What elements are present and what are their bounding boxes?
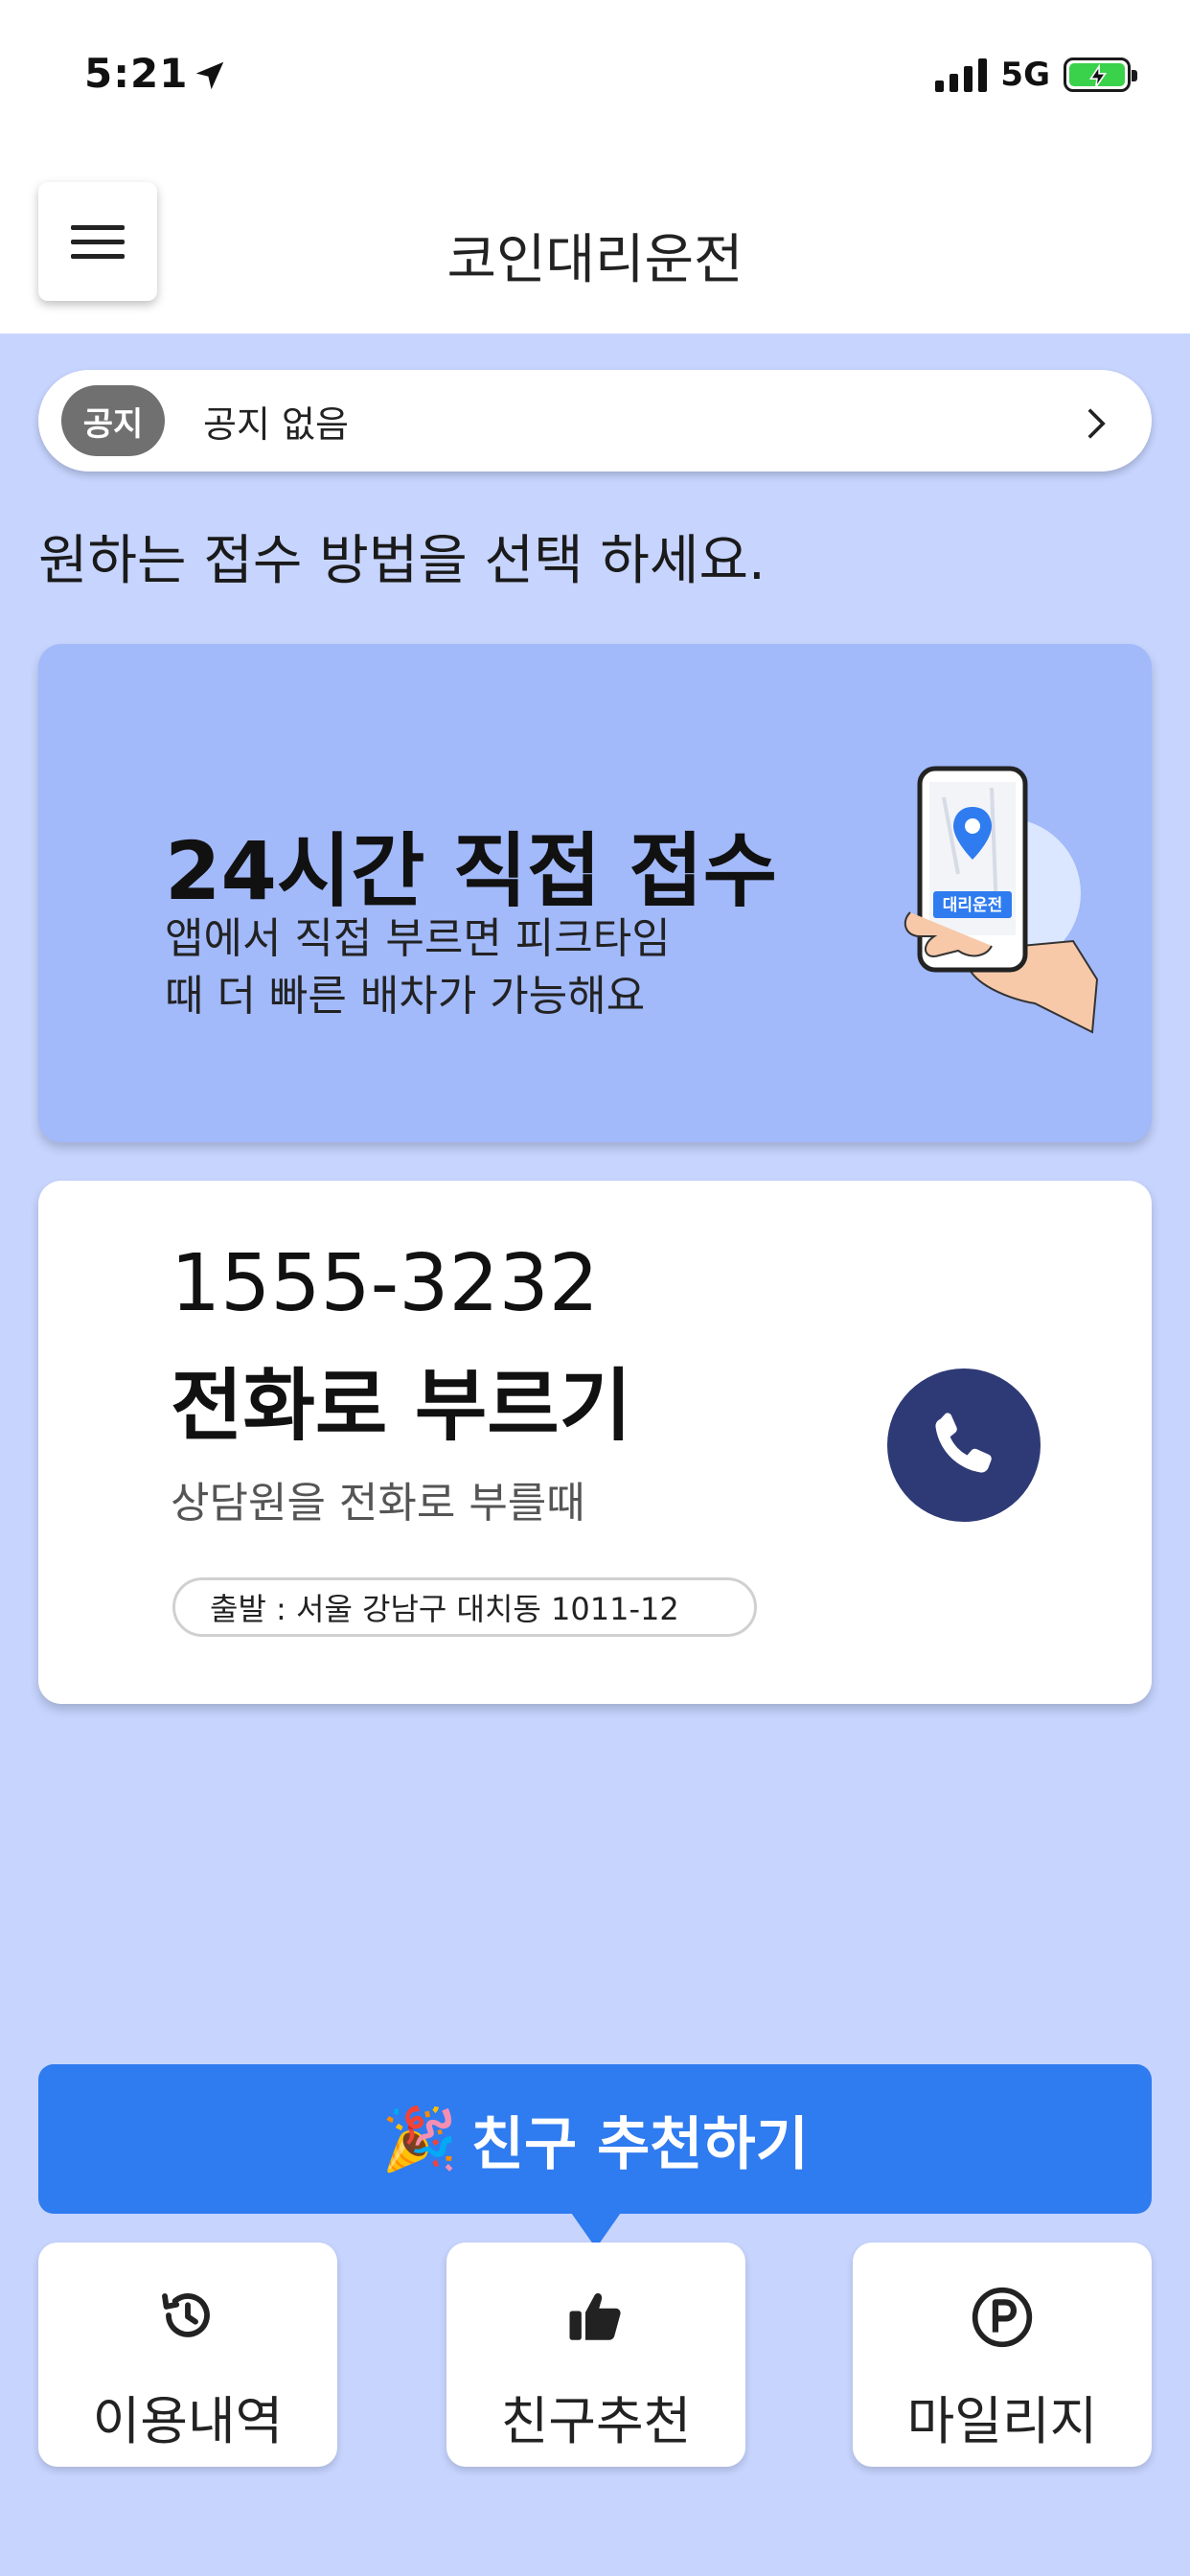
- chevron-right-icon: [1087, 408, 1106, 439]
- signal-icon: [935, 58, 988, 92]
- tab-history[interactable]: 이용내역: [38, 2242, 337, 2467]
- phone-number: 1555-3232: [171, 1238, 599, 1329]
- phone-in-hand-illustration: 대리운전: [904, 766, 1099, 1034]
- phone-icon: [935, 1413, 992, 1473]
- notice-badge: 공지: [61, 385, 165, 456]
- notice-text: 공지 없음: [203, 402, 349, 446]
- direct-request-description: 앱에서 직접 부르면 피크타임 때 더 빠른 배차가 가능해요: [165, 914, 671, 1021]
- direct-request-title: 24시간 직접 접수: [165, 824, 778, 918]
- app-title: 코인대리운전: [446, 229, 744, 291]
- location-arrow-icon: [195, 61, 224, 90]
- party-popper-icon: 🎉: [381, 2104, 458, 2175]
- tab-history-label: 이용내역: [92, 2391, 284, 2451]
- battery-icon: [1064, 58, 1137, 92]
- tab-mileage[interactable]: 마일리지: [853, 2242, 1152, 2467]
- origin-address-chip[interactable]: 출발 : 서울 강남구 대치동 1011-12: [172, 1577, 757, 1637]
- selection-prompt: 원하는 접수 방법을 선택 하세요.: [38, 530, 766, 592]
- referral-banner[interactable]: 🎉 친구 추천하기: [38, 2064, 1152, 2214]
- status-indicators: 5G: [935, 56, 1137, 94]
- tab-referral[interactable]: 친구추천: [446, 2242, 745, 2467]
- phone-call-description: 상담원을 전화로 부를때: [171, 1479, 585, 1528]
- status-time: 5:21: [84, 50, 189, 97]
- tab-referral-label: 친구추천: [500, 2391, 692, 2451]
- status-bar: 5:21 5G: [0, 0, 1190, 153]
- call-button[interactable]: [887, 1368, 1041, 1522]
- parking-p-icon: [972, 2287, 1033, 2348]
- tab-mileage-label: 마일리지: [906, 2391, 1098, 2451]
- app-header: 코인대리운전: [0, 153, 1190, 334]
- illustration-label: 대리운전: [943, 896, 1003, 915]
- phone-call-title: 전화로 부르기: [171, 1361, 632, 1452]
- network-type: 5G: [1000, 56, 1050, 94]
- thumbs-up-icon: [569, 2292, 621, 2340]
- notice-bar[interactable]: 공지 공지 없음: [38, 370, 1152, 472]
- direct-request-card[interactable]: 24시간 직접 접수 앱에서 직접 부르면 피크타임 때 더 빠른 배차가 가능…: [38, 644, 1152, 1142]
- phone-call-card[interactable]: 1555-3232 전화로 부르기 상담원을 전화로 부를때 출발 : 서울 강…: [38, 1181, 1152, 1704]
- history-icon: [162, 2293, 210, 2337]
- referral-banner-label: 친구 추천하기: [470, 2110, 809, 2178]
